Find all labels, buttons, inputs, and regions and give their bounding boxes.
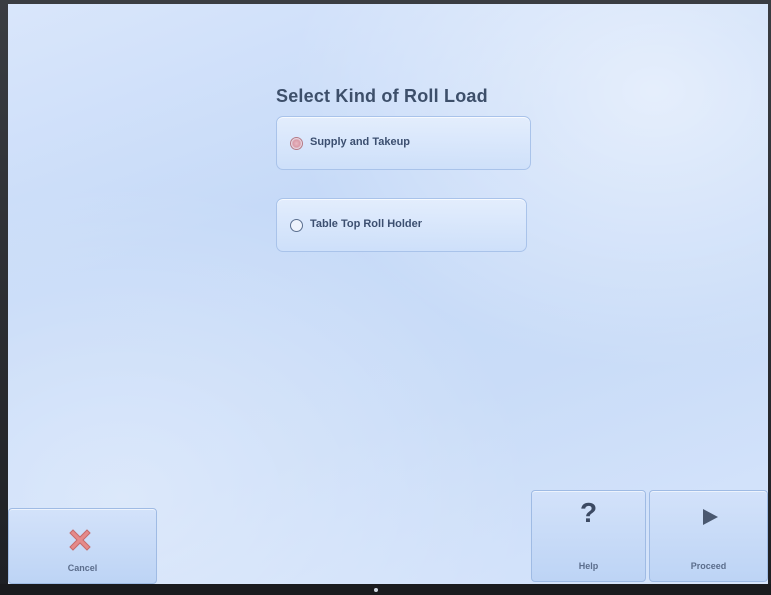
cancel-button[interactable]: Cancel: [8, 508, 157, 584]
device-bezel: Select Kind of Roll Load Supply and Take…: [0, 0, 771, 595]
indicator-light: [374, 588, 378, 592]
option-table-top-roll-holder[interactable]: Table Top Roll Holder: [276, 198, 527, 252]
radio-button[interactable]: [290, 219, 303, 232]
question-icon: ?: [579, 497, 598, 528]
touch-screen: Select Kind of Roll Load Supply and Take…: [8, 4, 768, 584]
option-label: Supply and Takeup: [310, 136, 411, 148]
radio-button-selected[interactable]: [290, 137, 303, 150]
x-icon: [69, 529, 91, 551]
option-label: Table Top Roll Holder: [310, 218, 423, 230]
cancel-label: Cancel: [67, 563, 98, 573]
option-supply-and-takeup[interactable]: Supply and Takeup: [276, 116, 531, 170]
help-label: Help: [578, 561, 599, 571]
bezel-bottom-edge: [0, 584, 771, 595]
proceed-label: Proceed: [690, 561, 727, 571]
play-icon: [703, 509, 718, 525]
proceed-button[interactable]: Proceed: [649, 490, 768, 582]
page-title: Select Kind of Roll Load: [276, 86, 488, 106]
help-button[interactable]: ? Help: [531, 490, 646, 582]
